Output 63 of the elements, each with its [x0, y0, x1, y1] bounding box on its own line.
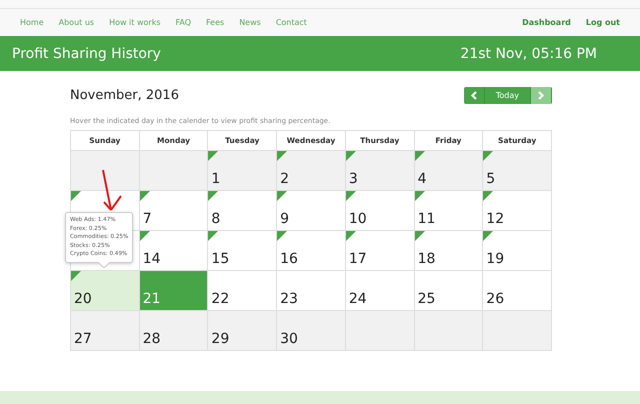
day-cell[interactable]: 12: [483, 191, 552, 231]
month-title: November, 2016: [70, 88, 179, 103]
day-number: 12: [485, 211, 504, 229]
day-cell[interactable]: 30: [277, 311, 346, 351]
account-link[interactable]: Dashboard: [522, 18, 571, 27]
day-cell[interactable]: 9: [277, 191, 346, 231]
day-number: 26: [485, 291, 504, 309]
day-number: 9: [279, 211, 290, 229]
day-number: 2: [279, 171, 290, 189]
day-cell[interactable]: 2: [277, 151, 346, 191]
day-number: 10: [348, 211, 367, 229]
day-number: 7: [142, 211, 152, 229]
day-number: 18: [416, 251, 436, 269]
day-number: 20: [73, 291, 92, 309]
day-cell[interactable]: 18: [414, 231, 484, 271]
day-cell[interactable]: 19: [483, 231, 552, 271]
day-cell[interactable]: 22: [208, 271, 278, 311]
day-number: 5: [485, 171, 496, 189]
day-number: 1: [210, 171, 220, 189]
day-number: 27: [73, 331, 92, 349]
day-number: 11: [416, 211, 436, 229]
day-cell[interactable]: 14: [140, 231, 208, 271]
day-number: 23: [279, 291, 298, 309]
day-number: 30: [279, 331, 298, 349]
day-number: 3: [348, 171, 358, 189]
day-number: 17: [348, 251, 367, 269]
day-number: 21: [142, 291, 161, 309]
day-cell[interactable]: 15: [208, 231, 278, 271]
day-cell[interactable]: 26: [483, 271, 552, 311]
day-cell[interactable]: 23: [277, 271, 346, 311]
day-cell[interactable]: 3: [346, 151, 415, 191]
account-link[interactable]: Log out: [586, 18, 620, 27]
day-number: 19: [485, 251, 504, 269]
date-time: 21st Nov, 05:16 PM: [460, 46, 597, 62]
day-cell[interactable]: 28: [140, 311, 208, 351]
day-number: 14: [142, 251, 161, 269]
day-cell[interactable]: 29: [208, 311, 278, 351]
page-title: Profit Sharing History: [12, 46, 161, 62]
day-cell[interactable]: 1: [208, 151, 278, 191]
day-number: 8: [210, 211, 220, 229]
day-number: 24: [348, 291, 367, 309]
day-cell[interactable]: 8: [208, 191, 278, 231]
day-cell[interactable]: 20: [71, 271, 140, 311]
day-cell[interactable]: 7: [140, 191, 208, 231]
day-cell[interactable]: 25: [414, 271, 484, 311]
day-number: 22: [210, 291, 230, 309]
chevron-left-icon: [470, 91, 478, 100]
day-number: 29: [210, 331, 230, 349]
day-cell[interactable]: 4: [414, 151, 484, 191]
day-cell[interactable]: 16: [277, 231, 346, 271]
day-number: 15: [210, 251, 230, 269]
chevron-right-icon: [537, 91, 545, 100]
day-cell[interactable]: 5: [483, 151, 552, 191]
day-cell[interactable]: 11: [414, 191, 484, 231]
day-number: 4: [416, 171, 426, 189]
day-cell[interactable]: 17: [346, 231, 415, 271]
day-number: 28: [142, 331, 161, 349]
day-number: 16: [279, 251, 298, 269]
previous-button[interactable]: [464, 87, 485, 104]
day-cell[interactable]: 10: [346, 191, 415, 231]
day-cell[interactable]: 27: [71, 311, 140, 351]
day-number: 25: [416, 291, 436, 309]
day-cell[interactable]: 24: [346, 271, 415, 311]
